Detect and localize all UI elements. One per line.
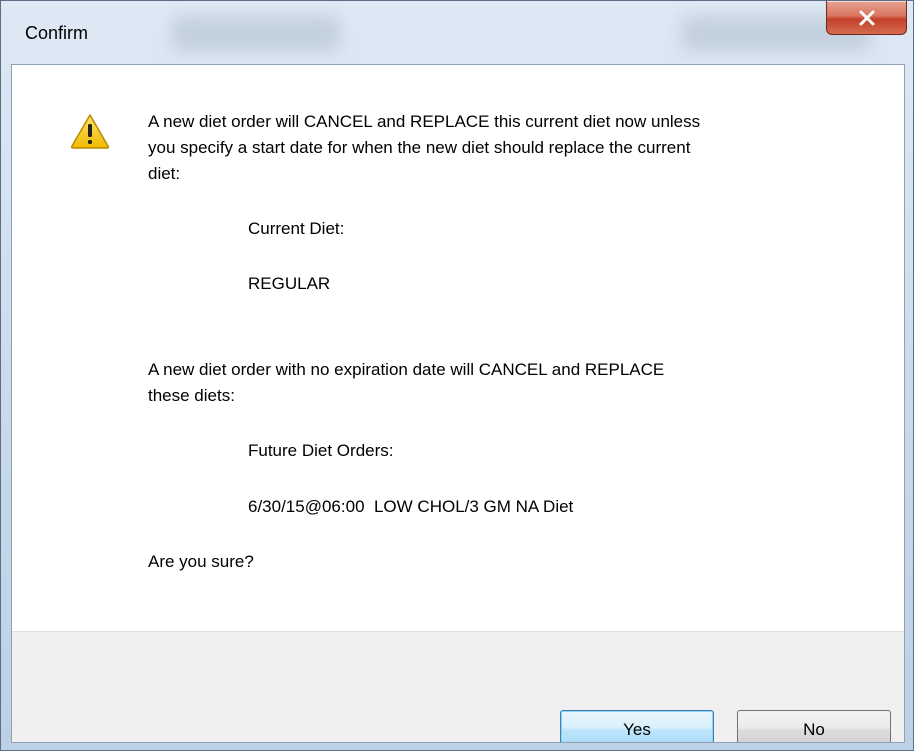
future-diet-label: Future Diet Orders:	[248, 441, 394, 460]
dialog-body: A new diet order will CANCEL and REPLACE…	[11, 64, 905, 743]
warning-icon	[70, 113, 110, 154]
message-line: A new diet order with no expiration date…	[148, 360, 665, 379]
confirm-question: Are you sure?	[148, 552, 254, 571]
current-diet-label: Current Diet:	[248, 219, 345, 238]
future-diet-value: 6/30/15@06:00 LOW CHOL/3 GM NA Diet	[248, 497, 574, 516]
blurred-background	[171, 15, 341, 51]
no-button[interactable]: No	[737, 710, 891, 742]
message-area: A new diet order will CANCEL and REPLACE…	[12, 65, 904, 631]
title-bar[interactable]: Confirm	[1, 1, 913, 65]
close-button[interactable]	[826, 1, 907, 35]
message-line: these diets:	[148, 386, 235, 405]
window-title: Confirm	[25, 23, 89, 43]
message-line: A new diet order will CANCEL and REPLACE…	[148, 112, 701, 131]
message-line: you specify a start date for when the ne…	[148, 138, 691, 157]
yes-button[interactable]: Yes	[560, 710, 714, 742]
button-bar: Yes No	[12, 631, 904, 742]
close-icon	[858, 10, 876, 26]
confirm-dialog: Confirm A new diet order will CANCEL and…	[0, 0, 914, 751]
current-diet-value: REGULAR	[248, 274, 331, 293]
message-line: diet:	[148, 164, 181, 183]
